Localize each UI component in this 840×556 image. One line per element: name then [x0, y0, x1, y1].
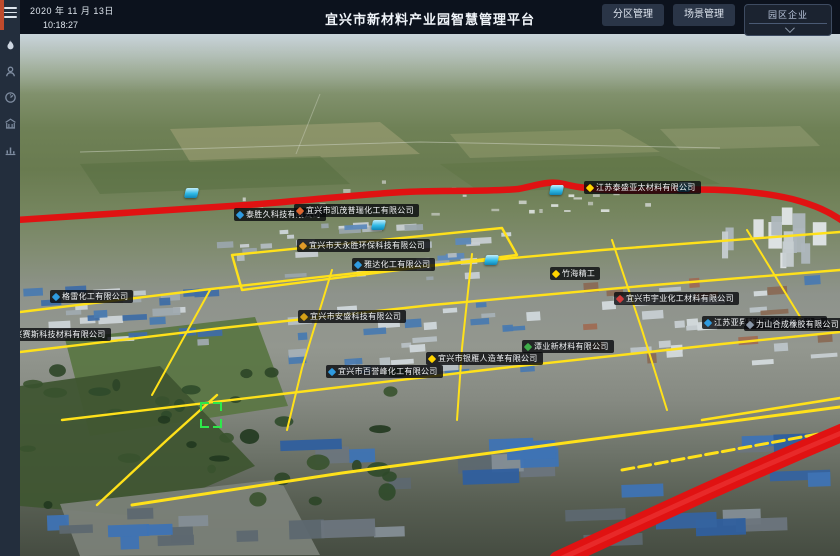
map-3d-viewport[interactable]: 泰胜久科技有限公司宜兴市凯茂普瑞化工有限公司宜兴市天永胜环保科技有限公司雅达化工…: [20, 34, 840, 556]
company-marker-icon: [328, 367, 336, 375]
company-label-text: 江苏泰盛亚太材料有限公司: [596, 184, 696, 192]
company-marker-icon: [616, 294, 624, 302]
zone-management-button[interactable]: 分区管理: [602, 4, 664, 26]
factory-icon[interactable]: [3, 116, 17, 130]
bar-chart-icon[interactable]: [3, 142, 17, 156]
smart-park-platform: 2020 年 11 月 13日 10:18:27 宜兴市新材料产业园智慧管理平台…: [0, 0, 840, 556]
map-annotations-layer: 泰胜久科技有限公司宜兴市凯茂普瑞化工有限公司宜兴市天永胜环保科技有限公司雅达化工…: [20, 34, 840, 556]
company-marker-icon: [428, 354, 436, 362]
company-label-text: 潭业新材料有限公司: [534, 343, 609, 351]
poi-3d-marker[interactable]: [549, 185, 564, 195]
current-time: 10:18:27: [43, 20, 114, 30]
sidebar-accent-bar: [0, 0, 4, 30]
company-label-text: 宜兴市银雁人造革有限公司: [438, 355, 538, 363]
company-label-text: 宜兴市安盛科技有限公司: [310, 313, 401, 321]
sidebar-icons: [0, 38, 20, 156]
poi-3d-marker[interactable]: [184, 188, 199, 198]
company-label[interactable]: 力山合成橡胶有限公司: [744, 318, 840, 331]
company-marker-icon: [354, 260, 362, 268]
header-controls: 分区管理 场景管理 园区企业: [602, 4, 832, 36]
company-label[interactable]: 雅达化工有限公司: [352, 258, 435, 271]
chevron-down-icon: [784, 23, 794, 33]
company-label[interactable]: 宜兴市天永胜环保科技有限公司: [297, 239, 430, 252]
company-marker-icon: [704, 318, 712, 326]
company-label-text: 宜兴赛斯科技材料有限公司: [20, 331, 106, 339]
company-label[interactable]: 江苏泰盛亚太材料有限公司: [584, 181, 701, 194]
company-marker-icon: [52, 292, 60, 300]
company-marker-icon: [299, 241, 307, 249]
company-label[interactable]: 宜兴赛斯科技材料有限公司: [20, 328, 111, 341]
company-marker-icon: [296, 206, 304, 214]
company-label[interactable]: 宜兴市安盛科技有限公司: [298, 310, 406, 323]
company-label-text: 宜兴市宇业化工材料有限公司: [626, 295, 734, 303]
company-label[interactable]: 宜兴市百誉峰化工有限公司: [326, 365, 443, 378]
company-label[interactable]: 格雷化工有限公司: [50, 290, 133, 303]
company-label-text: 宜兴市凯茂普瑞化工有限公司: [306, 207, 414, 215]
flame-icon[interactable]: [3, 38, 17, 52]
company-label[interactable]: 竹海精工: [550, 267, 600, 280]
scene-management-button[interactable]: 场景管理: [673, 4, 735, 26]
park-enterprise-dropdown[interactable]: 园区企业: [744, 4, 832, 36]
company-marker-icon: [552, 269, 560, 277]
company-label[interactable]: 宜兴市凯茂普瑞化工有限公司: [294, 204, 419, 217]
company-label[interactable]: 宜兴市银雁人造革有限公司: [426, 352, 543, 365]
company-marker-icon: [524, 342, 532, 350]
dropdown-label: 园区企业: [751, 8, 825, 21]
current-date: 2020 年 11 月 13日: [30, 4, 114, 17]
header-bar: 2020 年 11 月 13日 10:18:27 宜兴市新材料产业园智慧管理平台…: [20, 0, 840, 34]
company-marker-icon: [236, 210, 244, 218]
company-label-text: 宜兴市天永胜环保科技有限公司: [309, 242, 425, 250]
menu-icon[interactable]: [4, 7, 17, 18]
company-label-text: 竹海精工: [562, 270, 595, 278]
page-title: 宜兴市新材料产业园智慧管理平台: [325, 9, 535, 28]
gauge-icon[interactable]: [3, 90, 17, 104]
selection-bracket: [200, 402, 222, 428]
company-marker-icon: [746, 320, 754, 328]
user-icon[interactable]: [3, 64, 17, 78]
company-label-text: 宜兴市百誉峰化工有限公司: [338, 368, 438, 376]
sidebar: [0, 0, 20, 556]
company-marker-icon: [300, 312, 308, 320]
poi-3d-marker[interactable]: [371, 220, 386, 230]
company-label[interactable]: 宜兴市宇业化工材料有限公司: [614, 292, 739, 305]
company-label-text: 格雷化工有限公司: [62, 293, 128, 301]
datetime-block: 2020 年 11 月 13日 10:18:27: [30, 4, 114, 30]
poi-3d-marker[interactable]: [484, 255, 499, 265]
company-label-text: 雅达化工有限公司: [364, 261, 430, 269]
company-marker-icon: [586, 183, 594, 191]
company-label-text: 力山合成橡胶有限公司: [756, 321, 839, 329]
